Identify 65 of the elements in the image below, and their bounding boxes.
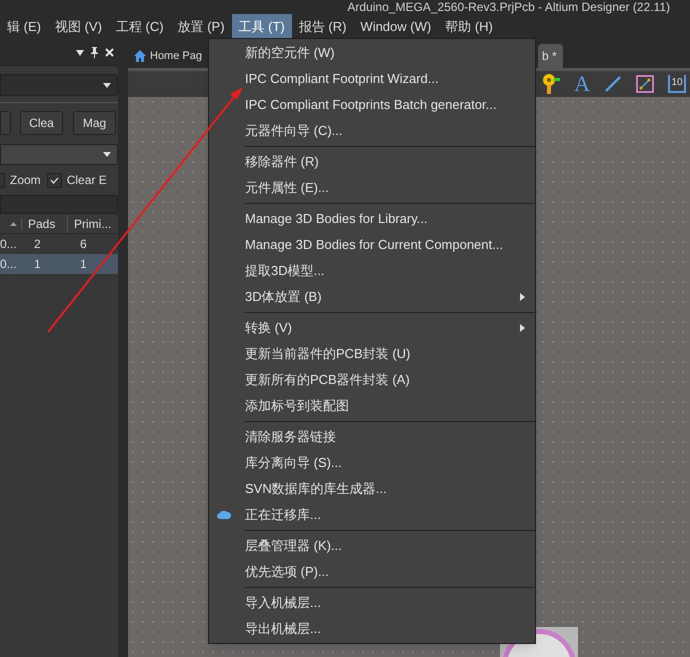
pin-icon[interactable] [90,47,99,58]
via-icon[interactable] [542,73,560,95]
menu-item[interactable]: 添加标号到装配图 [209,393,535,419]
column-header[interactable]: Pads [22,214,68,232]
menu-item[interactable]: 优先选项 (P)... [209,559,535,585]
table-cell-text: 6 [79,236,88,253]
menu-item[interactable]: SVN数据库的库生成器... [209,476,535,502]
submenu-arrow-icon [520,324,525,332]
menu-bar-item[interactable]: Window (W) [353,14,438,40]
table-cell-text: 1 [33,256,42,273]
counter-tool[interactable]: 10 [668,75,686,93]
close-icon[interactable] [105,48,114,57]
checkbox-label: Zoom [10,172,41,189]
dropdown-arrow-icon [103,82,111,88]
menu-item[interactable]: 3D体放置 (B) [209,284,535,310]
menu-item[interactable]: 元件属性 (E)... [209,175,535,201]
column-header[interactable]: Primi... [68,214,118,232]
dropdown-field[interactable] [0,74,118,96]
menu-bar-item[interactable]: 工程 (C) [108,14,171,40]
dropdown-field[interactable] [0,144,118,165]
home-icon [133,49,147,63]
menu-item[interactable]: 移除器件 (R) [209,149,535,175]
menu-bar-item[interactable]: 工具 (T) [232,14,292,40]
table-cell-text: 1 [79,256,88,273]
menu-item[interactable]: 提取3D模型... [209,258,535,284]
menu-item[interactable]: 层叠管理器 (K)... [209,533,535,559]
checkbox[interactable] [46,172,62,188]
table-cell-text: 2 [33,236,42,253]
menu-item[interactable]: 更新当前器件的PCB封装 (U) [209,341,535,367]
panel-button[interactable]: Clea [20,111,63,135]
menu-item[interactable]: IPC Compliant Footprint Wizard... [209,66,535,92]
table-cell-text: 0... [0,236,18,253]
menu-bar-item[interactable]: 放置 (P) [170,14,232,40]
table-row[interactable]: 0... 1 1 [0,254,118,274]
checkbox-label: Clear E [66,172,107,189]
menu-item[interactable]: 元器件向导 (C)... [209,118,535,144]
menu-bar-item[interactable]: 报告 (R) [292,14,354,40]
menu-bar-item[interactable]: 辑 (E) [0,14,48,40]
menu-item[interactable]: IPC Compliant Footprints Batch generator... [209,92,535,118]
menu-item[interactable]: 正在迁移库... [209,502,535,528]
check-icon [50,176,59,184]
dropdown-icon[interactable] [76,50,84,56]
menu-item[interactable]: 转换 (V) [209,315,535,341]
menu-item[interactable]: 清除服务器链接 [209,424,535,450]
menu-bar-item[interactable]: 视图 (V) [48,14,109,40]
window-title: Arduino_MEGA_2560-Rev3.PrjPcb - Altium Designer (22.11) [347,1,670,13]
document-tab[interactable]: b * [538,44,563,68]
menu-item[interactable]: 新的空元件 (W) [209,40,535,66]
line-tool-icon[interactable] [604,75,622,93]
menu-bar-item[interactable]: 帮助 (H) [438,14,500,40]
menu-item[interactable]: 导出机械层... [209,616,535,642]
dimension-tool-icon[interactable] [636,75,654,93]
menu-item[interactable]: Manage 3D Bodies for Current Component... [209,232,535,258]
menu-item[interactable]: Manage 3D Bodies for Library... [209,206,535,232]
dropdown-arrow-icon [103,152,111,157]
table-cell-text: 0... [0,256,18,273]
menu-item[interactable]: 导入机械层... [209,590,535,616]
panel-button[interactable]: Mag [73,111,116,135]
submenu-arrow-icon [520,293,525,301]
menu-item[interactable]: 库分离向导 (S)... [209,450,535,476]
menu-item[interactable]: 更新所有的PCB器件封装 (A) [209,367,535,393]
cloud-icon [217,511,231,519]
text-tool[interactable]: A [574,73,590,95]
search-field[interactable] [0,195,118,214]
sort-ascending-icon[interactable] [10,222,17,226]
